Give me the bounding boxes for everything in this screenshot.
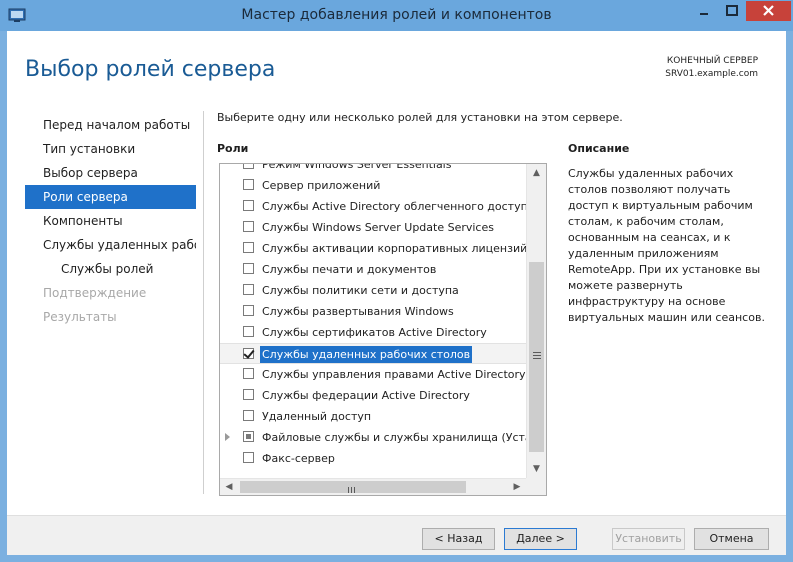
title-bar[interactable]: Мастер добавления ролей и компонентов xyxy=(0,0,793,31)
role-checkbox[interactable] xyxy=(243,284,254,295)
scroll-right-icon[interactable]: ▶ xyxy=(508,479,526,495)
nav-step-installation-type[interactable]: Тип установки xyxy=(25,137,196,161)
roles-horizontal-scrollbar[interactable]: ◀ ▶ xyxy=(220,478,526,495)
minimize-button[interactable] xyxy=(690,1,718,21)
role-checkbox-checked[interactable] xyxy=(243,348,254,359)
role-checkbox[interactable] xyxy=(243,452,254,463)
maximize-icon xyxy=(726,5,738,16)
role-label: Службы федерации Active Directory xyxy=(262,389,470,402)
role-row[interactable]: Службы Windows Server Update Services xyxy=(220,217,526,238)
role-label: Режим Windows Server Essentials xyxy=(262,164,452,171)
role-checkbox[interactable] xyxy=(243,179,254,190)
wizard-footer: < Назад Далее > Установить Отмена xyxy=(7,515,786,555)
role-label: Удаленный доступ xyxy=(262,410,372,423)
nav-step-server-selection[interactable]: Выбор сервера xyxy=(25,161,196,185)
role-checkbox[interactable] xyxy=(243,221,254,232)
roles-list-rows: Режим Windows Server Essentials Сервер п… xyxy=(220,164,526,478)
next-button[interactable]: Далее > xyxy=(504,528,577,550)
description-text: Службы удаленных рабочих столов позволяю… xyxy=(568,167,765,324)
grip-line xyxy=(533,358,541,359)
role-label: Службы Windows Server Update Services xyxy=(262,221,494,234)
wizard-window: Мастер добавления ролей и компонентов Вы… xyxy=(0,0,793,562)
role-label: Службы развертывания Windows xyxy=(262,305,454,318)
role-label: Службы управления правами Active Directo… xyxy=(262,368,526,381)
role-checkbox[interactable] xyxy=(243,242,254,253)
role-checkbox[interactable] xyxy=(243,164,254,169)
role-row[interactable]: Службы печати и документов xyxy=(220,259,526,280)
scroll-left-icon[interactable]: ◀ xyxy=(220,479,238,495)
nav-step-results: Результаты xyxy=(43,310,117,324)
role-row[interactable]: Службы активации корпоративных лицензий xyxy=(220,238,526,259)
scroll-up-icon[interactable]: ▲ xyxy=(527,164,546,182)
role-row-expandable[interactable]: Файловые службы и службы хранилища (Уста… xyxy=(220,427,526,448)
destination-server-name: SRV01.example.com xyxy=(665,69,758,79)
page-title: Выбор ролей сервера xyxy=(25,57,276,82)
role-label-selected: Службы удаленных рабочих столов xyxy=(260,346,473,363)
role-label: Службы Active Directory облегченного дос… xyxy=(262,200,526,213)
cancel-button[interactable]: Отмена xyxy=(694,528,769,550)
nav-step-server-roles[interactable]: Роли сервера xyxy=(25,185,196,209)
nav-step-before-you-begin[interactable]: Перед началом работы xyxy=(25,113,196,137)
role-label: Сервер приложений xyxy=(262,179,381,192)
role-row-selected[interactable]: Службы удаленных рабочих столов xyxy=(220,343,526,364)
destination-label: КОНЕЧНЫЙ СЕРВЕР xyxy=(666,56,758,66)
roles-header: Роли xyxy=(217,142,249,155)
nav-step-features[interactable]: Компоненты xyxy=(25,209,196,233)
grip-line xyxy=(533,355,541,356)
role-row[interactable]: Факс-сервер xyxy=(220,448,526,469)
scrollbar-corner xyxy=(526,478,546,495)
roles-list[interactable]: Режим Windows Server Essentials Сервер п… xyxy=(219,163,547,496)
role-checkbox[interactable] xyxy=(243,263,254,274)
vertical-scroll-thumb[interactable] xyxy=(529,262,544,452)
wizard-content: Выбор ролей сервера КОНЕЧНЫЙ СЕРВЕР SRV0… xyxy=(7,31,786,555)
grip-line xyxy=(533,352,541,353)
role-checkbox[interactable] xyxy=(243,200,254,211)
scroll-down-icon[interactable]: ▼ xyxy=(527,460,546,478)
roles-vertical-scrollbar[interactable]: ▲ ▼ xyxy=(526,164,546,478)
nav-step-remote-desktop-services[interactable]: Службы удаленных рабо... xyxy=(25,233,196,257)
window-title: Мастер добавления ролей и компонентов xyxy=(241,7,552,23)
role-checkbox[interactable] xyxy=(243,326,254,337)
install-button: Установить xyxy=(612,528,685,550)
role-label: Службы печати и документов xyxy=(262,263,437,276)
role-row[interactable]: Службы сертификатов Active Directory xyxy=(220,322,526,343)
back-button[interactable]: < Назад xyxy=(422,528,495,550)
description-header: Описание xyxy=(568,142,630,155)
close-icon xyxy=(763,5,774,16)
role-label: Службы активации корпоративных лицензий xyxy=(262,242,526,255)
nav-divider xyxy=(203,111,204,494)
role-row[interactable]: Службы политики сети и доступа xyxy=(220,280,526,301)
expand-arrow-icon[interactable] xyxy=(225,433,230,441)
close-button[interactable] xyxy=(746,1,791,21)
nav-step-confirmation: Подтверждение xyxy=(43,286,147,300)
role-row[interactable]: Службы управления правами Active Directo… xyxy=(220,364,526,385)
role-row[interactable]: Службы развертывания Windows xyxy=(220,301,526,322)
role-checkbox[interactable] xyxy=(243,389,254,400)
role-checkbox[interactable] xyxy=(243,410,254,421)
role-checkbox[interactable] xyxy=(243,305,254,316)
nav-step-role-services[interactable]: Службы ролей xyxy=(25,257,196,281)
role-row[interactable]: Службы Active Directory облегченного дос… xyxy=(220,196,526,217)
grip-icon xyxy=(348,487,355,493)
role-label: Факс-сервер xyxy=(262,452,335,465)
role-checkbox[interactable] xyxy=(243,368,254,379)
role-label: Службы политики сети и доступа xyxy=(262,284,459,297)
role-label: Службы сертификатов Active Directory xyxy=(262,326,487,339)
minimize-icon xyxy=(700,13,708,15)
role-label: Файловые службы и службы хранилища (Уста… xyxy=(262,431,526,444)
role-checkbox-partial[interactable] xyxy=(243,431,254,442)
role-row[interactable]: Режим Windows Server Essentials xyxy=(220,164,526,175)
instruction-text: Выберите одну или несколько ролей для ус… xyxy=(217,111,623,124)
horizontal-scroll-thumb[interactable] xyxy=(240,481,466,493)
destination-server-info: КОНЕЧНЫЙ СЕРВЕР SRV01.example.com xyxy=(665,55,758,81)
role-row[interactable]: Сервер приложений xyxy=(220,175,526,196)
role-row[interactable]: Службы федерации Active Directory xyxy=(220,385,526,406)
maximize-button[interactable] xyxy=(718,1,746,21)
role-row[interactable]: Удаленный доступ xyxy=(220,406,526,427)
